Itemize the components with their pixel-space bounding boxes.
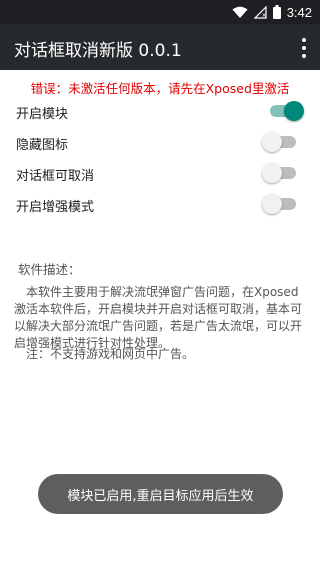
svg-text:×: × (261, 12, 266, 19)
setting-row-dialog-cancelable[interactable]: 对话框可取消 (0, 159, 320, 189)
switch-thumb (262, 194, 282, 214)
error-message: 错误：未激活任何版本，请先在Xposed里激活 (30, 81, 290, 96)
status-time: 3:42 (286, 4, 312, 20)
setting-label: 开启模块 (16, 107, 69, 122)
battery-icon (272, 5, 281, 19)
setting-label: 隐藏图标 (16, 138, 69, 153)
description-note: 注：不支持游戏和网页中广告。 (26, 347, 195, 361)
setting-row-enable-module[interactable]: 开启模块 (0, 97, 320, 127)
setting-label: 对话框可取消 (16, 169, 95, 184)
toast-message: 模块已启用,重启目标应用后生效 (38, 474, 283, 514)
enhanced-mode-switch[interactable] (262, 194, 296, 214)
setting-row-enhanced-mode[interactable]: 开启增强模式 (0, 190, 320, 220)
switch-thumb (262, 132, 282, 152)
status-bar: × 3:42 (0, 0, 320, 24)
enable-module-switch[interactable] (270, 101, 304, 121)
dialog-cancelable-switch[interactable] (262, 163, 296, 183)
wifi-icon (232, 6, 248, 18)
hide-icon-switch[interactable] (262, 132, 296, 152)
app-bar: 对话框取消新版 0.0.1 (0, 24, 320, 70)
description-body: 本软件主要用于解决流氓弹窗广告问题，在Xposed激活本软件后，开启模块并开启对… (14, 285, 303, 350)
setting-label: 开启增强模式 (16, 200, 95, 215)
status-icons: × 3:42 (232, 0, 312, 24)
app-title: 对话框取消新版 0.0.1 (14, 41, 182, 61)
signal-icon: × (253, 5, 267, 19)
setting-row-hide-icon[interactable]: 隐藏图标 (0, 128, 320, 158)
switch-thumb (262, 163, 282, 183)
description-title: 软件描述： (18, 262, 81, 277)
switch-thumb (284, 101, 304, 121)
more-vert-icon[interactable] (298, 38, 310, 58)
